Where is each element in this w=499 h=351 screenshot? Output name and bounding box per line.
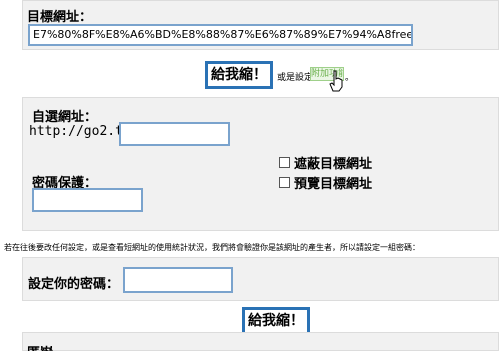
password-protect-input[interactable] bbox=[32, 188, 143, 212]
target-url-panel: 目標網址： E7%80%8F%E8%A6%BD%E8%88%87%E6%87%8… bbox=[22, 0, 499, 50]
hide-target-label: 遮蔽目標網址 bbox=[294, 157, 373, 172]
custom-url-input[interactable] bbox=[119, 122, 230, 146]
period-text: 。 bbox=[345, 73, 355, 83]
preview-target-label: 預覽目標網址 bbox=[294, 177, 373, 192]
set-password-panel: 設定你的密碼： bbox=[22, 257, 499, 301]
password-notice: 若在往後要改任何設定，或是查看短網址的使用統計狀況，我們將會驗證你是該網址的產生… bbox=[4, 243, 420, 252]
custom-url-panel: 自選網址： http://go2.tw/ 遮蔽目標網址 預覽目標網址 密碼保護： bbox=[22, 97, 499, 231]
hand-cursor-icon bbox=[329, 70, 343, 92]
set-password-input[interactable] bbox=[123, 267, 233, 293]
bottom-panel-label: 匿嶽 bbox=[27, 342, 53, 351]
shorten-button-top[interactable]: 給我縮！ bbox=[205, 61, 273, 89]
or-setting-text: 或是設定 bbox=[277, 73, 314, 83]
set-password-label: 設定你的密碼： bbox=[28, 277, 120, 292]
target-url-input[interactable]: E7%80%8F%E8%A6%BD%E8%88%87%E6%87%89%E7%9… bbox=[28, 24, 413, 46]
custom-url-label: 自選網址： bbox=[32, 110, 98, 125]
hide-target-checkbox[interactable] bbox=[279, 157, 290, 168]
preview-target-checkbox[interactable] bbox=[279, 177, 290, 188]
target-url-label: 目標網址： bbox=[27, 10, 93, 25]
bottom-panel: 匿嶽 bbox=[22, 332, 499, 351]
shorten-button-bottom[interactable]: 給我縮！ bbox=[242, 307, 310, 335]
